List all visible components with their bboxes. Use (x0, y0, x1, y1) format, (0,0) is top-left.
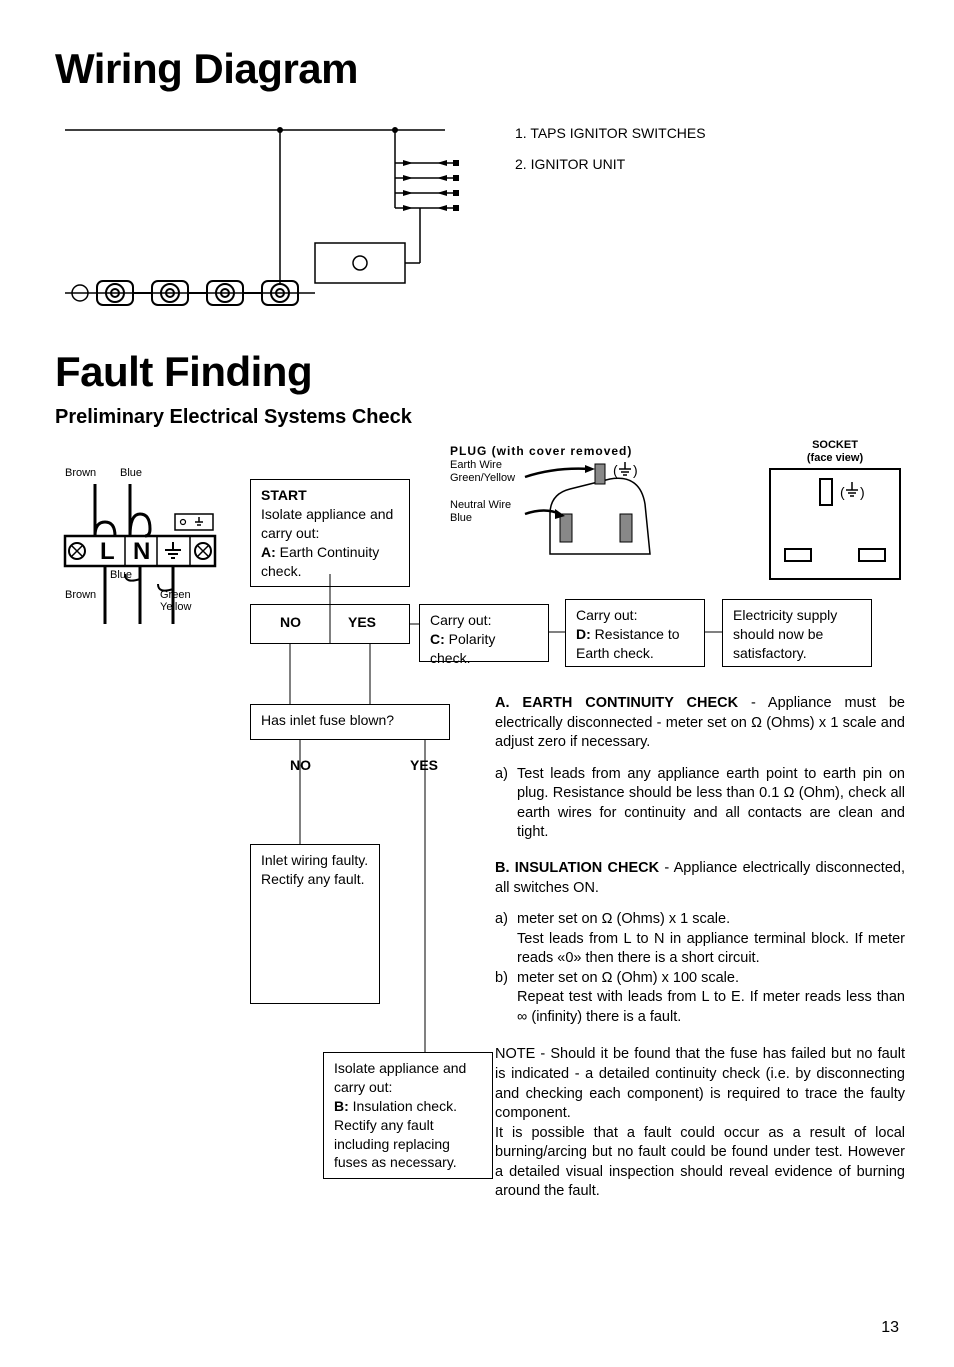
flow-box-d: Carry out: D: Resistance to Earth check. (565, 599, 705, 667)
start-body1: Isolate appliance and carry out: (261, 506, 393, 541)
isolate-b-text: Insulation check. (349, 1098, 457, 1114)
isolate-b-label: B: (334, 1098, 349, 1114)
d-label: D: (576, 626, 591, 642)
notes-block: A. EARTH CONTINUITY CHECK - Appliance mu… (495, 694, 905, 1214)
label-no-1: NO (280, 614, 301, 630)
flow-box-isolate: Isolate appliance and carry out: B: Insu… (323, 1052, 493, 1179)
flow-box-c: Carry out: C: Polarity check. (419, 604, 549, 662)
wiring-legend: 1. TAPS IGNITOR SWITCHES 2. IGNITOR UNIT (515, 118, 706, 328)
svg-text:(: ( (840, 484, 845, 500)
isolate-1: Isolate appliance and carry out: (334, 1060, 466, 1095)
tblock-blue-top: Blue (120, 467, 142, 479)
svg-text:L: L (100, 538, 115, 565)
note-footer-1: NOTE - Should it be found that the fuse … (495, 1045, 905, 1123)
flow-box-e: Electricity supply should now be satisfa… (722, 599, 872, 667)
d-body1: Carry out: (576, 607, 637, 623)
isolate-3: Rectify any fault including replacing fu… (334, 1117, 457, 1171)
fuse-text: Has inlet fuse blown? (261, 712, 394, 728)
c-body1: Carry out: (430, 612, 491, 628)
wiring-diagram-svg (55, 118, 465, 328)
svg-text:): ) (633, 462, 638, 478)
plug-earth-color: Green/Yellow (450, 472, 515, 484)
start-a-label: A: (261, 544, 276, 560)
note-b-title: B. INSULATION CHECK (495, 860, 659, 876)
label-no-2: NO (290, 757, 311, 773)
tblock-blue-bottom: Blue (110, 569, 132, 581)
note-a-title: A. EARTH CONTINUITY CHECK (495, 695, 738, 711)
subheading-preliminary: Preliminary Electrical Systems Check (55, 406, 899, 429)
plug-title: PLUG (with cover removed) (450, 444, 632, 458)
plug-diagram: ( ) (515, 459, 685, 569)
plug-neutral-wire: Neutral Wire (450, 499, 511, 511)
socket-diagram: ( ) (765, 464, 905, 584)
note-footer-2: It is possible that a fault could occur … (495, 1124, 905, 1202)
note-a-list: a)Test leads from any appliance earth po… (495, 765, 905, 843)
wiring-diagram-row: 1. TAPS IGNITOR SWITCHES 2. IGNITOR UNIT (55, 118, 899, 328)
c-label: C: (430, 631, 445, 647)
legend-item-1: 1. TAPS IGNITOR SWITCHES (515, 118, 706, 149)
tblock-green-yellow: Green Yellow (160, 589, 191, 613)
note-a-a: Test leads from any appliance earth poin… (517, 765, 905, 843)
heading-wiring-diagram: Wiring Diagram (55, 45, 899, 93)
svg-text:): ) (860, 484, 865, 500)
decision-box-1 (250, 604, 410, 644)
terminal-block-diagram: L N (55, 474, 235, 644)
flow-box-start: START Isolate appliance and carry out: A… (250, 479, 410, 587)
note-b-a: meter set on Ω (Ohms) x 1 scale. Test le… (517, 910, 905, 969)
start-title: START (261, 487, 307, 503)
flow-box-inlet: Inlet wiring faulty. Rectify any fault. (250, 844, 380, 1004)
label-yes-2: YES (410, 757, 438, 773)
d-text: Resistance to Earth check. (576, 626, 680, 661)
tblock-brown-bottom: Brown (65, 589, 96, 601)
legend-item-2: 2. IGNITOR UNIT (515, 149, 706, 180)
tblock-brown-top: Brown (65, 467, 96, 479)
note-b-b: meter set on Ω (Ohm) x 100 scale. Repeat… (517, 969, 905, 1028)
plug-neutral-color: Blue (450, 512, 472, 524)
start-a-text: Earth Continuity check. (261, 544, 379, 579)
socket-sub: (face view) (775, 452, 895, 464)
socket-title: SOCKET (775, 439, 895, 451)
svg-text:N: N (133, 538, 150, 565)
label-yes-1: YES (348, 614, 376, 630)
flow-box-fuse: Has inlet fuse blown? (250, 704, 450, 740)
note-b-list: a)meter set on Ω (Ohms) x 1 scale. Test … (495, 910, 905, 1027)
flowchart: L N Brown Blue Blue Brown Green Yellow (55, 449, 899, 1299)
page-number: 13 (55, 1319, 899, 1337)
plug-earth-wire: Earth Wire (450, 459, 502, 471)
svg-text:(: ( (613, 462, 618, 478)
heading-fault-finding: Fault Finding (55, 348, 899, 396)
e-body: Electricity supply should now be satisfa… (733, 607, 837, 661)
